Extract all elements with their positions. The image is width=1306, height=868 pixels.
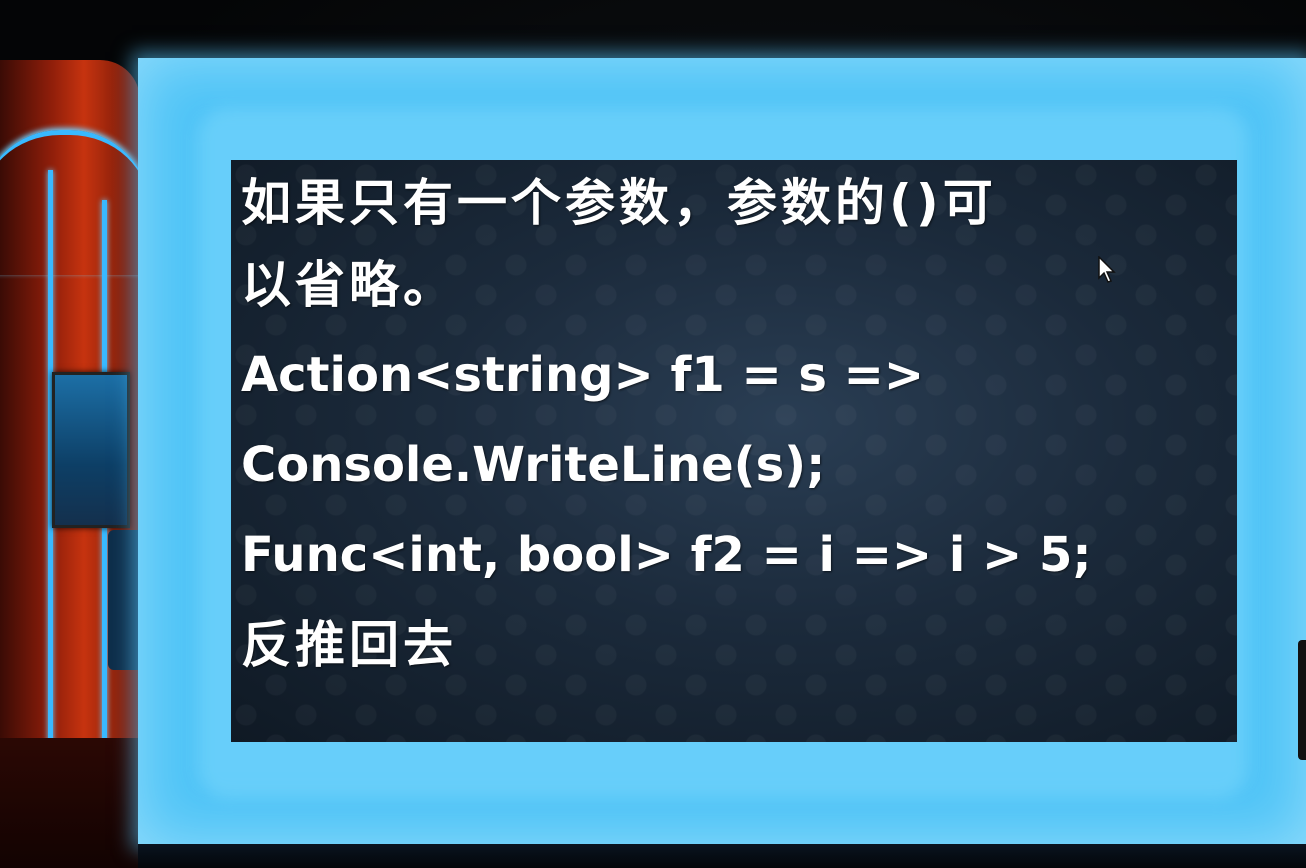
set-light-arc (0, 130, 140, 275)
slide-line-3: Action<string> f1 = s => (241, 347, 925, 403)
slide: 如果只有一个参数，参数的()可 以省略。 Action<string> f1 =… (231, 160, 1237, 742)
set-panel (108, 530, 140, 670)
video-frame: 如果只有一个参数，参数的()可 以省略。 Action<string> f1 =… (0, 0, 1306, 868)
slide-content: 如果只有一个参数，参数的()可 以省略。 Action<string> f1 =… (241, 172, 1227, 690)
slide-line-6: 反推回去 (241, 616, 457, 674)
studio-set-left (0, 60, 140, 868)
screen-bottom-edge (138, 844, 1306, 868)
slide-line-1: 如果只有一个参数，参数的()可 (241, 174, 997, 232)
set-monitor (52, 372, 130, 528)
slide-line-4: Console.WriteLine(s); (241, 437, 826, 493)
slide-line-5: Func<int, bool> f2 = i => i > 5; (241, 527, 1092, 583)
slide-line-2: 以省略。 (241, 256, 457, 314)
right-edge-object (1298, 640, 1306, 760)
set-floor (0, 738, 140, 868)
projection-screen: 如果只有一个参数，参数的()可 以省略。 Action<string> f1 =… (138, 58, 1306, 844)
